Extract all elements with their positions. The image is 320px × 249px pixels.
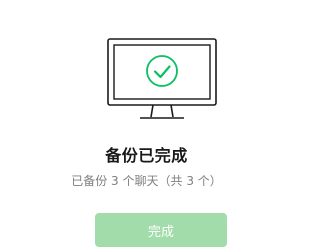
monitor-checkmark-icon (107, 38, 217, 119)
done-button[interactable]: 完成 (95, 213, 227, 247)
backup-summary-text: 已备份 3 个聊天（共 3 个） (71, 174, 222, 188)
dialog-title: 备份已完成 (105, 146, 188, 165)
checkmark-circle-icon (146, 55, 178, 87)
backup-complete-dialog: 备份已完成 已备份 3 个聊天（共 3 个） 完成 (0, 0, 293, 249)
